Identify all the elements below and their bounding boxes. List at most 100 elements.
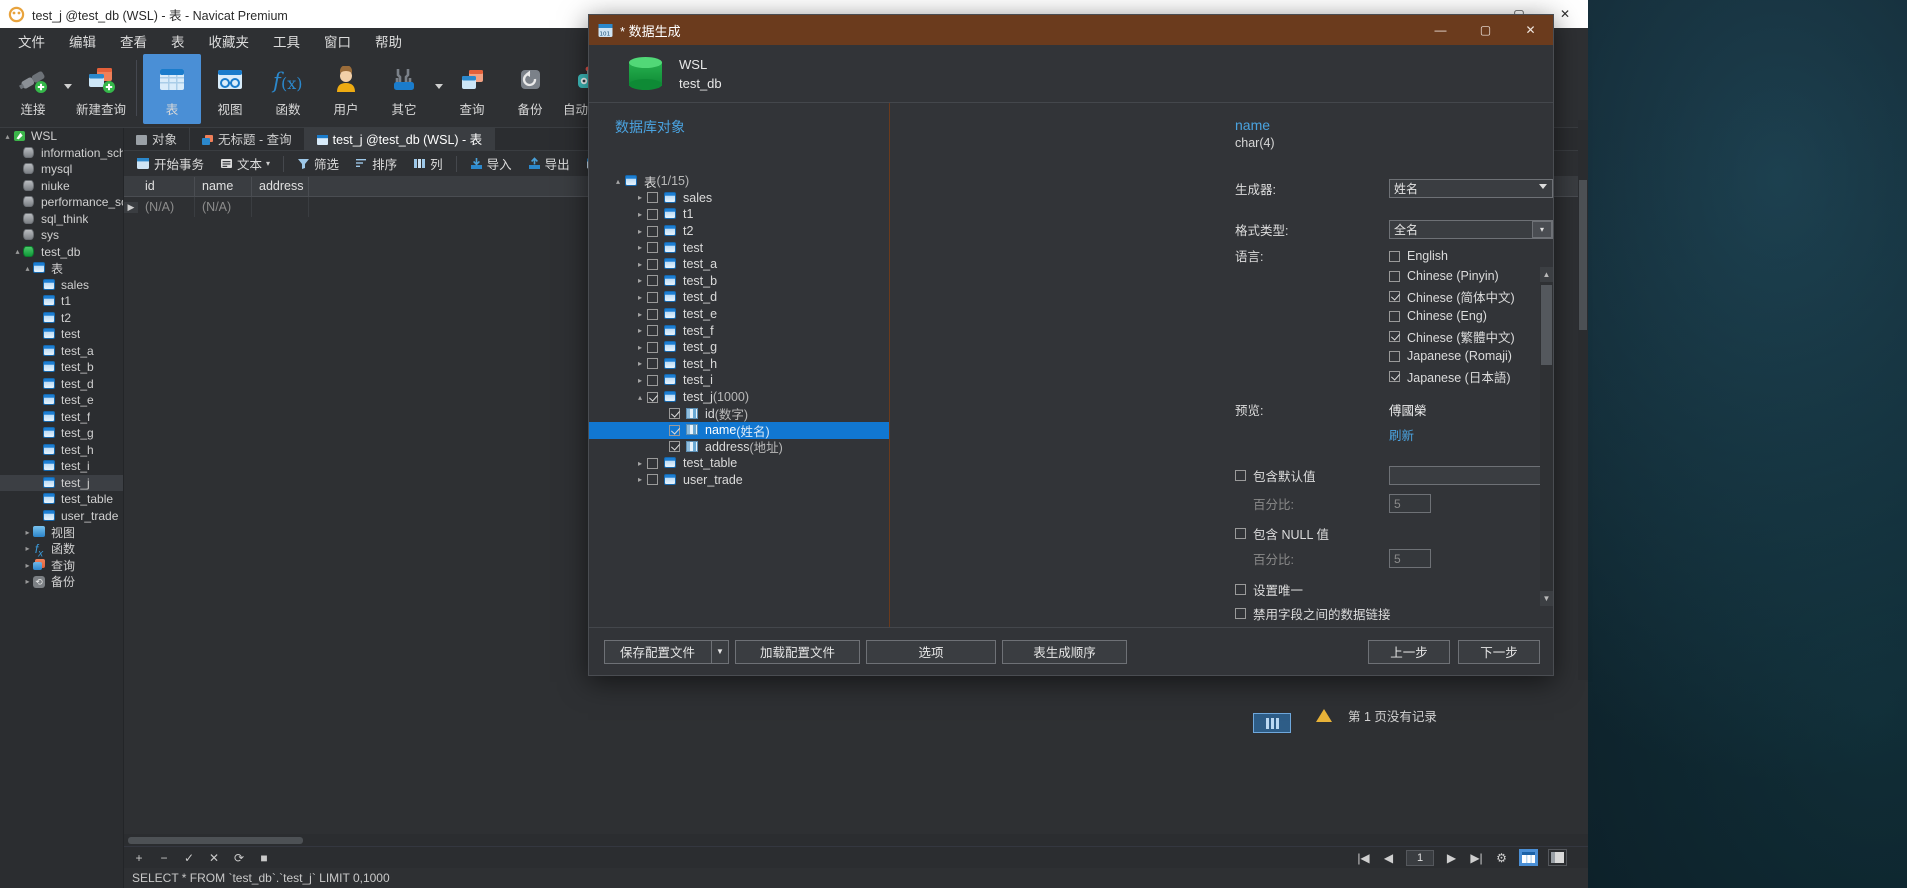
sidebar-item-test_table[interactable]: test_table [0,491,123,508]
object-tree-item-test_j[interactable]: ▴ test_j (1000) [589,389,889,406]
object-checkbox[interactable] [647,225,658,237]
expander-arrow-icon[interactable]: ▸ [22,544,33,553]
expander-arrow-icon[interactable]: ▸ [633,260,647,269]
grid-view-button[interactable] [1519,849,1538,866]
sidebar-item-sql_think[interactable]: sql_think [0,211,123,228]
toolbar-button-function[interactable]: f (x) 函数 [259,54,317,124]
sidebar-item-sys[interactable]: sys [0,227,123,244]
taskbar-window-button[interactable] [1253,713,1291,733]
menu-item-edit[interactable]: 编辑 [57,27,108,55]
menu-item-help[interactable]: 帮助 [363,27,414,55]
expander-arrow-icon[interactable]: ▸ [633,343,647,352]
object-checkbox[interactable] [647,391,658,403]
object-tree-item-test_a[interactable]: ▸ test_a [589,256,889,273]
menu-item-tools[interactable]: 工具 [261,27,312,55]
menu-item-table[interactable]: 表 [159,27,197,55]
object-checkbox[interactable] [647,275,658,287]
expander-arrow-icon[interactable]: ▸ [22,528,33,537]
sidebar-item-niuke[interactable]: niuke [0,178,123,195]
expander-arrow-icon[interactable]: ▴ [22,264,33,273]
dialog-maximize-button[interactable]: ▢ [1463,15,1508,45]
dialog-minimize-button[interactable]: — [1418,15,1463,45]
expander-arrow-icon[interactable]: ▸ [633,276,647,285]
scroll-up-arrow[interactable]: ▲ [1540,267,1553,282]
connection-tree-sidebar[interactable]: ▴ WSLinformation_schemamysqlniuke performa… [0,128,124,888]
language-checkbox-english[interactable]: English [1389,246,1515,266]
apply-change-button[interactable]: ✓ [182,851,196,865]
chevron-down-icon[interactable]: ▾ [1532,221,1552,238]
sidebar-item-test_a[interactable]: test_a [0,343,123,360]
grid-cell-id[interactable]: (N/A) [138,197,195,217]
grid-header-id[interactable]: id [138,177,195,196]
expander-arrow-icon[interactable]: ▴ [611,177,625,186]
generator-select[interactable]: 姓名 [1389,179,1553,198]
language-checkbox-chinese[interactable]: Chinese (简体中文) [1389,286,1515,306]
include-default-checkbox[interactable]: 包含默认值 [1235,465,1389,485]
disable-field-link-checkbox[interactable]: 禁用字段之间的数据链接 [1235,603,1391,623]
object-checkbox[interactable] [669,408,680,420]
sidebar-item-wsl[interactable]: ▴ WSL [0,128,123,145]
toolbar-button-user[interactable]: 用户 [317,54,375,124]
toolbar-button-other[interactable]: 其它 [375,54,433,124]
object-tree-item-test_table[interactable]: ▸ test_table [589,455,889,472]
tab-objects[interactable]: 对象 [124,127,191,150]
object-tree-item-id[interactable]: id (数字) [589,405,889,422]
expander-arrow-icon[interactable]: ▸ [633,210,647,219]
form-view-button[interactable] [1548,849,1567,866]
menu-item-file[interactable]: 文件 [6,27,57,55]
toolbar-button-connection[interactable]: 连接 [4,54,62,124]
object-tree-item-sales[interactable]: ▸ sales [589,190,889,207]
refresh-link[interactable]: 刷新 [1389,425,1427,444]
database-object-tree[interactable]: ▴ 表 (1/15) ▸ sales ▸ t1 ▸ t2 ▸ test ▸ test_a ▸ test_b… [589,137,889,627]
expander-arrow-icon[interactable]: ▸ [633,359,647,368]
include-default-input[interactable] [1389,465,1553,485]
object-tree-item-test_e[interactable]: ▸ test_e [589,306,889,323]
previous-step-button[interactable]: 上一步 [1368,639,1450,664]
columns-button[interactable]: 列 [406,151,450,176]
begin-transaction-button[interactable]: 开始事务 [130,151,211,176]
filter-button[interactable]: 筛选 [290,151,346,176]
grid-cell-address[interactable] [252,197,309,217]
other-dropdown-caret[interactable] [435,84,443,89]
options-button[interactable]: 选项 [866,639,996,664]
expander-arrow-icon[interactable]: ▸ [633,475,647,484]
sidebar-item-performance_schema[interactable]: performance_schema [0,194,123,211]
main-vertical-scrollbar[interactable] [1578,120,1588,680]
language-checkbox-chinese[interactable]: Chinese (繁體中文) [1389,326,1515,346]
toolbar-button-new-query[interactable]: 新建查询 [72,54,130,124]
expander-arrow-icon[interactable]: ▸ [633,459,647,468]
sidebar-item-[interactable]: ▸ fx 函数 [0,541,123,559]
object-tree-item-user_trade[interactable]: ▸ user_trade [589,472,889,489]
menu-item-favorites[interactable]: 收藏夹 [197,27,262,55]
grid-header-address[interactable]: address [252,177,309,196]
expander-arrow-icon[interactable]: ▸ [633,293,647,302]
expander-arrow-icon[interactable]: ▸ [22,561,33,570]
sidebar-item-test_j[interactable]: test_j [0,474,123,491]
next-step-button[interactable]: 下一步 [1458,639,1540,664]
menu-item-view[interactable]: 查看 [108,27,159,55]
toolbar-button-table[interactable]: 表 [143,54,201,124]
menu-item-window[interactable]: 窗口 [312,27,363,55]
object-checkbox[interactable] [647,208,658,220]
object-tree-item-t2[interactable]: ▸ t2 [589,223,889,240]
scroll-down-arrow[interactable]: ▼ [1540,591,1553,606]
toolbar-button-view[interactable]: 视图 [201,54,259,124]
save-profile-button[interactable]: 保存配置文件 ▼ [604,639,729,664]
sidebar-item-test_f[interactable]: test_f [0,409,123,426]
object-checkbox[interactable] [647,341,658,353]
object-checkbox[interactable] [647,258,658,270]
text-button[interactable]: 文本 ▾ [213,151,277,176]
object-checkbox[interactable] [647,374,658,386]
expander-arrow-icon[interactable]: ▴ [633,393,647,402]
load-profile-button[interactable]: 加载配置文件 [735,639,860,664]
sidebar-item-[interactable]: ▴ 表 [0,260,123,277]
sidebar-item-test_b[interactable]: test_b [0,359,123,376]
expander-arrow-icon[interactable]: ▴ [12,247,23,256]
object-checkbox[interactable] [647,308,658,320]
expander-arrow-icon[interactable]: ▴ [2,132,13,141]
object-checkbox[interactable] [647,192,658,204]
toolbar-button-backup[interactable]: 备份 [501,54,559,124]
sidebar-item-test_db[interactable]: ▴ test_db [0,244,123,261]
first-record-button[interactable]: |◀ [1356,851,1371,865]
sidebar-item-test_g[interactable]: test_g [0,425,123,442]
